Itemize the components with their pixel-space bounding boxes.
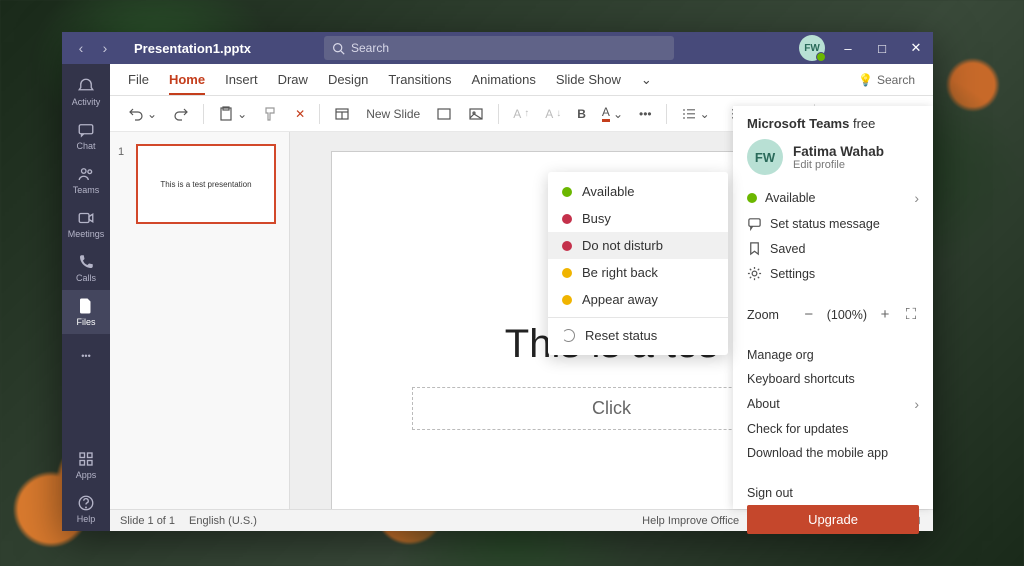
rail-calls[interactable]: Calls xyxy=(62,246,110,290)
busy-dot-icon xyxy=(562,214,572,224)
zoom-in-button[interactable]: + xyxy=(877,306,893,323)
slide-counter: Slide 1 of 1 xyxy=(120,515,175,527)
nav-back-button[interactable]: ‹ xyxy=(70,37,92,59)
bookmark-icon xyxy=(747,241,762,256)
tab-home[interactable]: Home xyxy=(169,66,205,95)
away-dot-icon xyxy=(562,295,572,305)
brb-dot-icon xyxy=(562,268,572,278)
redo-button[interactable] xyxy=(169,104,193,124)
font-increase-button[interactable]: A↑ xyxy=(509,105,533,123)
slide-thumbnail[interactable]: This is a test presentation xyxy=(136,144,276,224)
zoom-value: (100%) xyxy=(827,308,867,322)
available-dot-icon xyxy=(747,193,757,203)
ribbon-search[interactable]: 💡Search xyxy=(858,73,915,87)
reset-icon xyxy=(562,329,575,342)
saved-button[interactable]: Saved xyxy=(747,236,919,261)
zoom-out-button[interactable]: − xyxy=(801,306,817,323)
message-icon xyxy=(747,216,762,231)
tab-insert[interactable]: Insert xyxy=(225,66,258,93)
about-link[interactable]: About› xyxy=(747,391,919,417)
rail-apps[interactable]: Apps xyxy=(62,443,110,487)
teams-window: ‹ › Presentation1.pptx Search FW ‒ □ ✕ A… xyxy=(62,32,933,531)
rail-help[interactable]: Help xyxy=(62,487,110,531)
tab-design[interactable]: Design xyxy=(328,66,368,93)
font-color-button[interactable]: A ⌄ xyxy=(598,103,627,124)
manage-org-link[interactable]: Manage org xyxy=(747,343,919,367)
fullscreen-button[interactable]: ⛶ xyxy=(903,306,919,323)
tab-more[interactable]: ⌄ xyxy=(641,66,652,94)
format-painter-button[interactable] xyxy=(259,104,283,124)
chevron-right-icon: › xyxy=(914,190,919,206)
gear-icon xyxy=(747,266,762,281)
available-dot-icon xyxy=(562,187,572,197)
picture-button[interactable] xyxy=(464,104,488,124)
lightbulb-icon: 💡 xyxy=(858,73,873,87)
app-rail: Activity Chat Teams Meetings Calls Files… xyxy=(62,64,110,531)
sign-out-link[interactable]: Sign out xyxy=(747,481,919,505)
search-input[interactable]: Search xyxy=(324,36,674,60)
upgrade-button[interactable]: Upgrade xyxy=(747,505,919,534)
status-busy[interactable]: Busy xyxy=(548,205,728,232)
maximize-button[interactable]: □ xyxy=(865,32,899,64)
rail-chat[interactable]: Chat xyxy=(62,114,110,158)
bullets-button[interactable]: ⌄ xyxy=(677,104,714,124)
chevron-right-icon: › xyxy=(914,396,919,412)
undo-button[interactable]: ⌄ xyxy=(124,104,161,124)
profile-name: Fatima Wahab xyxy=(793,144,884,159)
rail-activity[interactable]: Activity xyxy=(62,70,110,114)
nav-forward-button[interactable]: › xyxy=(94,37,116,59)
close-button[interactable]: ✕ xyxy=(899,32,933,64)
rail-more[interactable]: ••• xyxy=(62,334,110,378)
edit-profile-link[interactable]: Edit profile xyxy=(793,159,884,171)
status-away[interactable]: Appear away xyxy=(548,286,728,313)
rail-meetings[interactable]: Meetings xyxy=(62,202,110,246)
window-title: Presentation1.pptx xyxy=(134,41,251,56)
set-status-button[interactable]: Set status message xyxy=(747,211,919,236)
tab-slideshow[interactable]: Slide Show xyxy=(556,66,621,93)
layout-button[interactable] xyxy=(330,104,354,124)
status-reset[interactable]: Reset status xyxy=(548,322,728,349)
tab-draw[interactable]: Draw xyxy=(278,66,308,93)
title-bar: ‹ › Presentation1.pptx Search FW ‒ □ ✕ xyxy=(62,32,933,64)
tab-file[interactable]: File xyxy=(128,66,149,93)
status-menu: Available Busy Do not disturb Be right b… xyxy=(548,172,728,355)
rail-files[interactable]: Files xyxy=(62,290,110,334)
settings-button[interactable]: Settings xyxy=(747,261,919,286)
tab-transitions[interactable]: Transitions xyxy=(388,66,451,93)
user-avatar[interactable]: FW xyxy=(799,35,825,61)
status-available[interactable]: Available xyxy=(548,178,728,205)
check-updates-link[interactable]: Check for updates xyxy=(747,417,919,441)
search-icon xyxy=(332,42,345,55)
tab-animations[interactable]: Animations xyxy=(472,66,536,93)
thumbnail-panel: 1 This is a test presentation xyxy=(110,132,290,509)
more-font-button[interactable]: ••• xyxy=(635,105,656,123)
rail-teams[interactable]: Teams xyxy=(62,158,110,202)
delete-button[interactable]: ✕ xyxy=(291,105,309,123)
bold-button[interactable]: B xyxy=(573,105,590,123)
download-app-link[interactable]: Download the mobile app xyxy=(747,441,919,465)
new-slide-button[interactable]: New Slide xyxy=(362,105,424,123)
textbox-button[interactable] xyxy=(432,104,456,124)
status-selector[interactable]: Available› xyxy=(747,185,919,211)
language-indicator[interactable]: English (U.S.) xyxy=(189,515,257,527)
ribbon-tabs: File Home Insert Draw Design Transitions… xyxy=(110,64,933,96)
help-improve-link[interactable]: Help Improve Office xyxy=(642,515,739,527)
profile-header: Microsoft Teams free xyxy=(747,116,919,131)
zoom-control: Zoom − (100%) + ⛶ xyxy=(747,302,919,327)
dnd-dot-icon xyxy=(562,241,572,251)
search-placeholder: Search xyxy=(351,41,389,55)
keyboard-shortcuts-link[interactable]: Keyboard shortcuts xyxy=(747,367,919,391)
profile-avatar: FW xyxy=(747,139,783,175)
paste-button[interactable]: ⌄ xyxy=(214,104,251,124)
profile-panel: Microsoft Teams free FW Fatima Wahab Edi… xyxy=(733,106,933,509)
font-decrease-button[interactable]: A↓ xyxy=(541,105,565,123)
slide-number: 1 xyxy=(118,146,124,158)
minimize-button[interactable]: ‒ xyxy=(831,32,865,64)
status-brb[interactable]: Be right back xyxy=(548,259,728,286)
status-dnd[interactable]: Do not disturb xyxy=(548,232,728,259)
